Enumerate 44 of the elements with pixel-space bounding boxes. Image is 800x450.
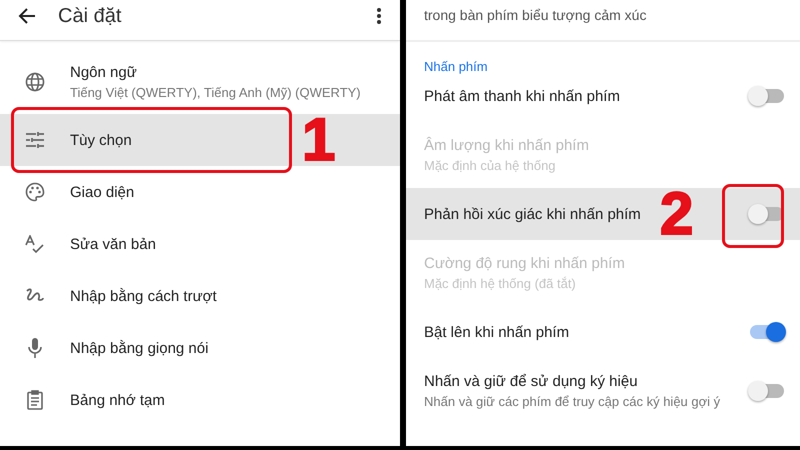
sliders-icon <box>26 132 44 148</box>
item-title: Nhập bằng giọng nói <box>70 340 208 356</box>
settings-item[interactable]: Nhập bằng giọng nói <box>0 322 400 374</box>
item-title: Bảng nhớ tạm <box>70 392 165 408</box>
toggle-switch[interactable] <box>750 384 784 398</box>
item-title: Nhập bằng cách trượt <box>70 288 217 304</box>
clipboard-icon <box>27 390 43 410</box>
item-title: Nhấn và giữ để sử dụng ký hiệu <box>424 373 639 390</box>
settings-item[interactable]: Ngôn ngữ Tiếng Việt (QWERTY), Tiếng Anh (Mỹ) (QWERTY) <box>0 50 400 114</box>
item-title: Giao diện <box>70 184 134 200</box>
item-title: Bật lên khi nhấn phím <box>424 324 570 340</box>
globe-icon <box>25 72 45 92</box>
step-number: 1 <box>302 114 336 166</box>
palette-icon <box>25 182 45 202</box>
settings-item[interactable]: Giao diện <box>0 166 400 218</box>
back-icon[interactable] <box>18 8 36 24</box>
more-icon[interactable] <box>376 7 382 25</box>
settings-item[interactable]: Nhập bằng cách trượt <box>0 270 400 322</box>
settings-item[interactable]: Bảng nhớ tạm <box>0 374 400 426</box>
item-subtitle: Mặc định của hệ thống <box>424 158 557 173</box>
item-title: Tùy chọn <box>70 132 132 148</box>
microphone-icon <box>28 338 42 358</box>
toggle-switch[interactable] <box>750 325 784 339</box>
step-number: 2 <box>660 188 694 240</box>
item-subtitle: trong bàn phím biểu tượng cảm xúc <box>424 7 646 23</box>
item-title: Sửa văn bản <box>70 236 156 252</box>
item-subtitle: Mặc định hệ thống (đã tắt) <box>424 276 577 291</box>
item-title: Phản hồi xúc giác khi nhấn phím <box>424 206 641 222</box>
item-title: Âm lượng khi nhấn phím <box>424 137 589 154</box>
settings-item[interactable]: Bật lên khi nhấn phím <box>406 306 800 358</box>
settings-item[interactable]: Tùy chọn 1 <box>0 114 400 166</box>
settings-item[interactable]: Sửa văn bản <box>0 218 400 270</box>
item-subtitle: Nhấn và giữ các phím để truy cập các ký hiệu gợi ý <box>424 394 720 409</box>
toggle-switch[interactable] <box>750 207 784 221</box>
item-title: Cường độ rung khi nhấn phím <box>424 255 625 272</box>
toggle-switch[interactable] <box>750 89 784 103</box>
item-subtitle: Tiếng Việt (QWERTY), Tiếng Anh (Mỹ) (QWERTY) <box>70 85 361 100</box>
spellcheck-icon <box>25 235 45 253</box>
settings-item[interactable]: Phản hồi xúc giác khi nhấn phím 2 <box>406 188 800 240</box>
page-title: Cài đặt <box>58 4 122 28</box>
highlight-frame <box>722 184 784 248</box>
item-title: Ngôn ngữ <box>70 64 138 81</box>
settings-item[interactable]: Nhấn và giữ để sử dụng ký hiệu Nhấn và giữ các phím để truy cập các ký hiệu gợi ý <box>406 358 800 424</box>
item-title: Phát âm thanh khi nhấn phím <box>424 88 620 104</box>
